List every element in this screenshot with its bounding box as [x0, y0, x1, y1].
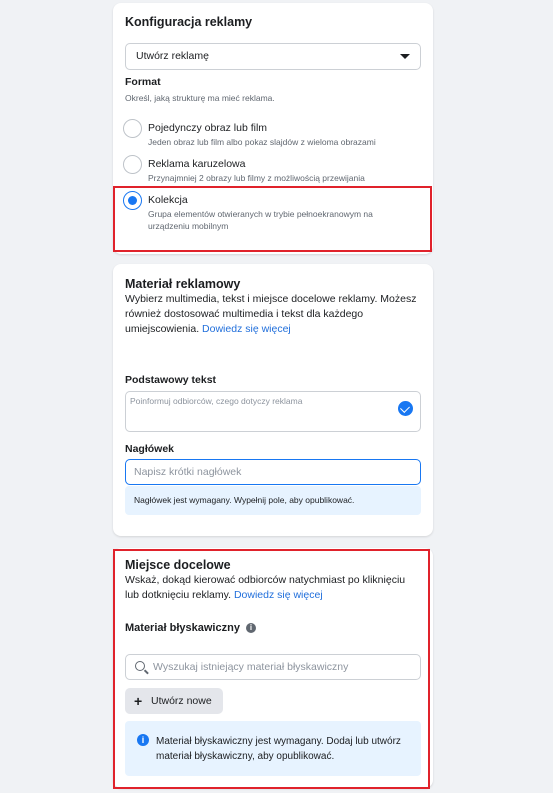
- ad-type-select-value: Utwórz reklamę: [136, 50, 209, 62]
- option-desc: Jeden obraz lub film albo pokaz slajdów …: [148, 137, 376, 147]
- option-title: Pojedynczy obraz lub film: [148, 122, 268, 134]
- creative-title: Materiał reklamowy: [125, 277, 241, 291]
- option-desc: Przynajmniej 2 obrazy lub filmy z możliw…: [148, 173, 365, 183]
- highlight-destination-card: [113, 549, 430, 789]
- headline-label: Nagłówek: [125, 443, 175, 455]
- primary-text-placeholder: Poinformuj odbiorców, czego dotyczy rekl…: [130, 396, 303, 406]
- primary-text-label: Podstawowy tekst: [125, 374, 217, 386]
- caret-down-icon: [400, 54, 410, 59]
- creative-card: Materiał reklamowy Wybierz multimedia, t…: [113, 264, 433, 536]
- ad-type-select[interactable]: Utwórz reklamę: [125, 43, 421, 70]
- headline-placeholder: Napisz krótki nagłówek: [134, 466, 242, 478]
- format-label: Format: [125, 76, 161, 88]
- primary-text-field[interactable]: Poinformuj odbiorców, czego dotyczy rekl…: [125, 391, 421, 432]
- ad-config-title: Konfiguracja reklamy: [125, 15, 253, 29]
- check-circle-icon: [398, 401, 413, 416]
- format-desc: Określ, jaką strukturę ma mieć reklama.: [125, 93, 275, 103]
- highlight-collection-option: [113, 186, 432, 252]
- creative-desc: Wybierz multimedia, tekst i miejsce doce…: [125, 292, 425, 337]
- radio-carousel[interactable]: [123, 155, 142, 174]
- radio-single[interactable]: [123, 119, 142, 138]
- learn-more-link[interactable]: Dowiedz się więcej: [202, 323, 291, 335]
- headline-input[interactable]: Napisz krótki nagłówek: [125, 459, 421, 485]
- headline-required-note: Nagłówek jest wymagany. Wypełnij pole, a…: [125, 486, 421, 515]
- option-title: Reklama karuzelowa: [148, 158, 246, 170]
